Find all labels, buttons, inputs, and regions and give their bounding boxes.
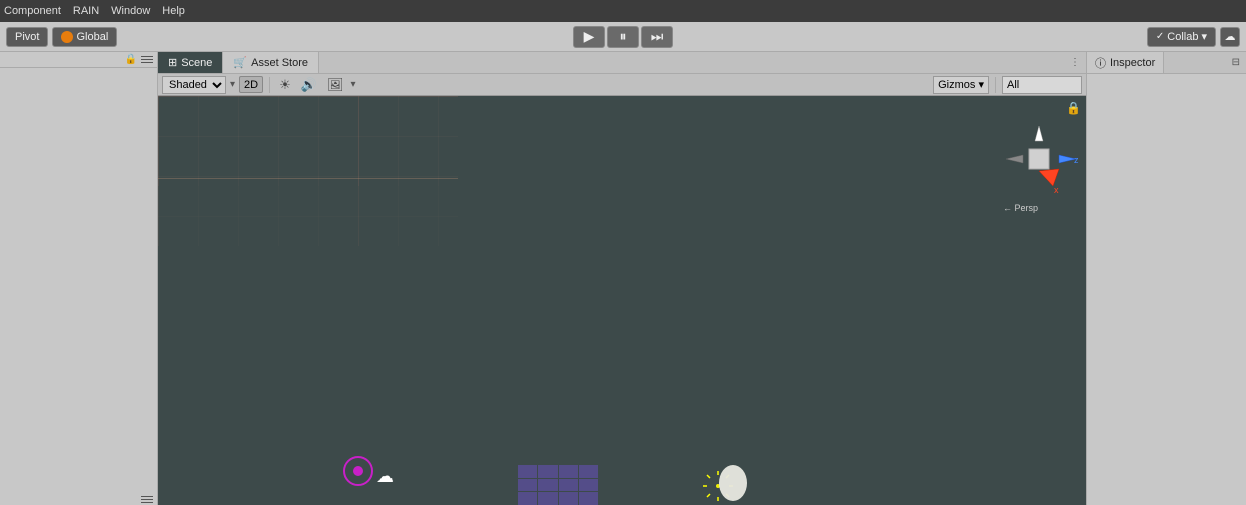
collab-button[interactable]: ✓ Collab ▾ [1147, 27, 1216, 47]
gizmos-dropdown-icon: ▾ [978, 79, 984, 91]
inspector-tabs: ⓘ Inspector ⊟ [1087, 52, 1246, 74]
toolbar-center: ▶ ⏸ ⏭ [573, 26, 673, 48]
toolbar-right: ✓ Collab ▾ ☁ [1147, 27, 1240, 47]
scene-viewport[interactable]: ☁ [158, 96, 1086, 505]
hamburger-b-line-2 [141, 499, 153, 500]
menu-bar: Component RAIN Window Help [0, 0, 1246, 22]
scene-toolbar: Shaded ▾ 2D ☀ 🔊 🖼 ▾ Gizmos ▾ [158, 74, 1086, 96]
audio-icon-btn[interactable]: 🔊 [298, 76, 320, 94]
hamburger-line-2 [141, 59, 153, 60]
3d-gizmo-widget[interactable]: z x ← Persp [1001, 121, 1081, 221]
inspector-content [1087, 74, 1246, 505]
grid-cell-9 [518, 492, 537, 505]
tab-asset-store[interactable]: 🛒 Asset Store [223, 52, 319, 73]
cloud-object[interactable]: ☁ [376, 466, 394, 487]
inspector-info-icon: ⓘ [1095, 55, 1106, 71]
grid-cell-8 [579, 479, 598, 492]
grid-cell-10 [538, 492, 557, 505]
tab-scene[interactable]: ⊞ Scene [158, 52, 223, 73]
search-all-input[interactable] [1002, 76, 1082, 94]
sidebar-bottom-menu [0, 494, 157, 505]
scene-tabs: ⊞ Scene 🛒 Asset Store ⋮ [158, 52, 1086, 74]
scene-panel: ⊞ Scene 🛒 Asset Store ⋮ Shaded ▾ 2D ☀ 🔊 … [158, 52, 1086, 505]
grid-cell-3 [559, 465, 578, 478]
dropdown-arrow-icon: ▾ [230, 79, 235, 90]
asset-store-tab-label: Asset Store [251, 57, 308, 69]
scene-grid [158, 96, 458, 246]
sun-icon-btn[interactable]: ☀ [276, 76, 294, 94]
global-button[interactable]: Global [52, 27, 117, 47]
image-icon-btn[interactable]: 🖼 [324, 76, 347, 94]
viewport-lock-icon[interactable]: 🔒 [1066, 101, 1081, 115]
shaded-select[interactable]: Shaded [162, 76, 226, 94]
tab-inspector[interactable]: ⓘ Inspector [1087, 52, 1164, 73]
toolbar-divider-2 [995, 77, 996, 93]
gizmos-button[interactable]: Gizmos ▾ [933, 76, 989, 94]
inspector-tab-label: Inspector [1110, 57, 1155, 69]
collab-dropdown-icon: ▾ [1201, 30, 1207, 43]
pause-button[interactable]: ⏸ [607, 26, 639, 48]
toolbar: Pivot Global ▶ ⏸ ⏭ ✓ Collab ▾ ☁ [0, 22, 1246, 52]
right-panel: ⓘ Inspector ⊟ [1086, 52, 1246, 505]
z-axis-label: z [1074, 155, 1079, 165]
hamburger-b-line-3 [141, 502, 153, 503]
2d-button[interactable]: 2D [239, 76, 263, 93]
hamburger-line-1 [141, 56, 153, 57]
asset-store-icon: 🛒 [233, 56, 247, 69]
dropdown-effects-icon: ▾ [350, 79, 355, 90]
scene-hash-icon: ⊞ [168, 56, 177, 69]
account-button[interactable]: ☁ [1220, 27, 1240, 47]
left-sidebar: 🔒 [0, 52, 158, 505]
grid-cell-7 [559, 479, 578, 492]
collab-label: Collab [1167, 31, 1198, 43]
global-label: Global [76, 31, 108, 43]
menu-rain[interactable]: RAIN [73, 5, 99, 17]
grid-character-object[interactable] [518, 465, 598, 505]
menu-component[interactable]: Component [4, 5, 61, 17]
x-axis-label: x [1054, 185, 1059, 195]
audio-source-inner [353, 466, 363, 476]
toolbar-divider-1 [269, 77, 270, 93]
inspector-expand-icon[interactable]: ⊟ [1226, 57, 1246, 68]
scene-panel-expand[interactable]: ⋮ [1064, 57, 1086, 68]
grid-cell-5 [518, 479, 537, 492]
light-object[interactable] [698, 461, 753, 505]
grid-cell-4 [579, 465, 598, 478]
audio-source-object[interactable] [343, 456, 373, 486]
lock-icon[interactable]: 🔒 [125, 54, 137, 65]
check-icon: ✓ [1156, 31, 1164, 42]
scene-tab-label: Scene [181, 57, 212, 69]
grid-cell-6 [538, 479, 557, 492]
sidebar-bottom-hamburger[interactable] [141, 496, 153, 503]
pivot-button[interactable]: Pivot [6, 27, 48, 47]
hamburger-line-3 [141, 62, 153, 63]
persp-label: ← Persp [1003, 203, 1038, 213]
sidebar-header: 🔒 [0, 52, 157, 68]
global-icon [61, 31, 73, 43]
hamburger-b-line-1 [141, 496, 153, 497]
hamburger-menu-icon[interactable] [141, 56, 153, 63]
grid-cell-12 [579, 492, 598, 505]
gizmos-label: Gizmos [938, 79, 975, 91]
step-button[interactable]: ⏭ [641, 26, 673, 48]
grid-cell-2 [538, 465, 557, 478]
grid-cell-1 [518, 465, 537, 478]
toolbar-left: Pivot Global [6, 27, 117, 47]
menu-window[interactable]: Window [111, 5, 150, 17]
grid-cell-11 [559, 492, 578, 505]
play-button[interactable]: ▶ [573, 26, 605, 48]
sidebar-content [0, 68, 157, 494]
menu-help[interactable]: Help [162, 5, 185, 17]
main-layout: 🔒 ⊞ Scene 🛒 Asset Stor [0, 52, 1246, 505]
